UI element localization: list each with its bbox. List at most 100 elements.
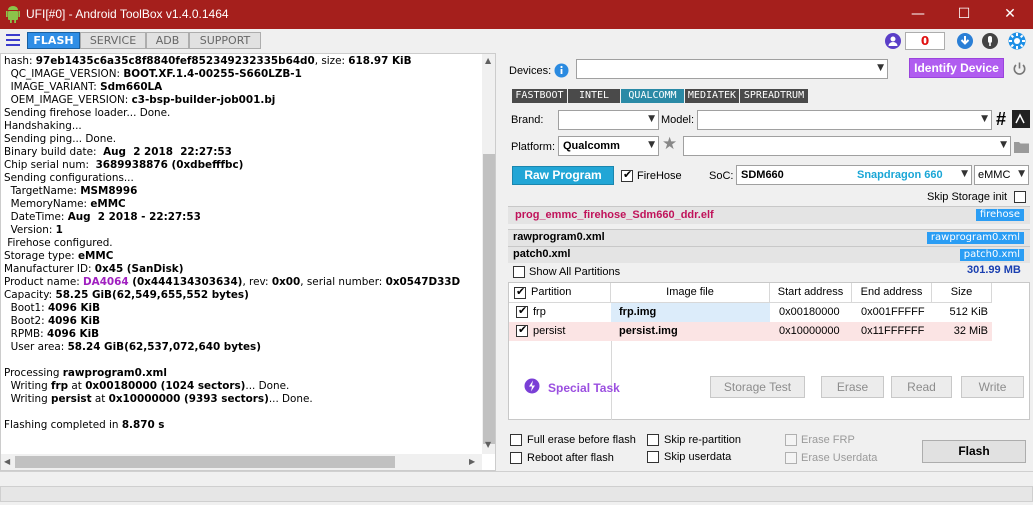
firehose-file-name: prog_emmc_firehose_Sdm660_ddr.elf <box>515 209 714 221</box>
log-line: Capacity: 58.25 GiB(62,549,655,552 bytes… <box>4 289 479 302</box>
log-text: persist <box>51 393 92 405</box>
horizontal-scrollbar[interactable]: ◀ ▶ <box>1 454 482 470</box>
log-line: Boot1: 4096 KiB <box>4 302 479 315</box>
row-checkbox[interactable] <box>516 304 528 318</box>
skip-repartition-checkbox[interactable] <box>647 434 659 446</box>
column-header-size[interactable]: Size <box>932 283 992 303</box>
log-text: rawprogram0.xml <box>62 367 167 379</box>
firehose-checkbox[interactable] <box>621 168 633 182</box>
select-all-checkbox[interactable] <box>514 285 526 299</box>
power-icon[interactable] <box>1012 61 1027 76</box>
log-line: Sending configurations... <box>4 172 479 185</box>
model-search-dropdown[interactable]: ▼ <box>683 136 1011 156</box>
log-line: Chip serial num: 3689938876 (0xdbefffbc) <box>4 159 479 172</box>
status-bar <box>0 471 1033 505</box>
row-checkbox[interactable] <box>516 323 528 337</box>
log-text: Sending firehose loader... Done. <box>4 107 171 119</box>
menu-icon[interactable] <box>6 34 20 46</box>
log-line: MemoryName: eMMC <box>4 198 479 211</box>
flash-button[interactable]: Flash <box>922 440 1026 463</box>
log-line: Storage type: eMMC <box>4 250 479 263</box>
soc-dropdown[interactable]: SDM660 Snapdragon 660 ▼ <box>736 165 972 185</box>
soc-value: SDM660 <box>741 169 784 181</box>
table-row[interactable]: frp frp.img 0x00180000 0x001FFFFF 512 Ki… <box>509 303 992 322</box>
read-button[interactable]: Read <box>891 376 952 398</box>
erase-userdata-checkbox[interactable] <box>785 452 797 464</box>
table-row[interactable]: persist persist.img 0x10000000 0x11FFFFF… <box>509 322 992 341</box>
chip-fastboot[interactable]: FASTBOOT <box>512 89 567 103</box>
hscroll-thumb[interactable] <box>15 456 395 468</box>
log-text: (0x444134303634) <box>128 276 243 288</box>
log-text: at <box>68 380 86 392</box>
vertical-scrollbar[interactable]: ▲ ▼ <box>482 54 495 454</box>
erase-frp-checkbox[interactable] <box>785 434 797 446</box>
patch-file-row[interactable]: patch0.xml patch0.xml <box>508 246 1030 263</box>
storage-test-button[interactable]: Storage Test <box>710 376 805 398</box>
rawprogram-file-row[interactable]: rawprogram0.xml rawprogram0.xml <box>508 229 1030 246</box>
chip-qualcomm[interactable]: QUALCOMM <box>621 89 684 103</box>
scroll-right-icon[interactable]: ▶ <box>469 457 475 466</box>
erase-button[interactable]: Erase <box>821 376 884 398</box>
lightning-icon[interactable] <box>524 378 540 394</box>
chip-intel[interactable]: INTEL <box>568 89 620 103</box>
minimize-button[interactable]: — <box>895 0 941 29</box>
devices-dropdown[interactable]: ▼ <box>576 59 888 79</box>
devices-label: Devices: <box>509 65 552 77</box>
raw-program-button[interactable]: Raw Program <box>512 166 614 185</box>
brand-dropdown[interactable]: ▼ <box>558 110 659 130</box>
full-erase-checkbox[interactable] <box>510 434 522 446</box>
special-task-link[interactable]: Special Task <box>548 381 620 395</box>
log-text: , size: <box>314 55 349 67</box>
platform-dropdown[interactable]: Qualcomm ▼ <box>558 136 659 156</box>
info-icon[interactable] <box>554 63 569 78</box>
download-icon[interactable] <box>956 31 974 51</box>
partition-size: 32 MiB <box>953 325 988 337</box>
scroll-left-icon[interactable]: ◀ <box>4 457 10 466</box>
maximize-button[interactable]: ☐ <box>941 0 987 29</box>
skip-userdata-checkbox[interactable] <box>647 451 659 463</box>
tab-adb[interactable]: ADB <box>146 32 189 49</box>
write-button[interactable]: Write <box>961 376 1024 398</box>
scroll-thumb[interactable] <box>483 154 495 444</box>
firehose-file-row[interactable]: prog_emmc_firehose_Sdm660_ddr.elf fireho… <box>508 206 1030 224</box>
memory-type-dropdown[interactable]: eMMC ▼ <box>974 165 1029 185</box>
skip-storage-checkbox[interactable] <box>1014 191 1026 203</box>
log-line: hash: 97eb1435c6a35c8f8840fef85234923233… <box>4 55 479 68</box>
end-address: 0x001FFFFF <box>861 306 925 318</box>
log-text: 58.25 GiB(62,549,655,552 bytes) <box>55 289 249 301</box>
hash-icon[interactable]: # <box>996 109 1006 130</box>
column-header-start-address[interactable]: Start address <box>770 283 852 303</box>
log-text: Sdm660LA <box>100 81 163 93</box>
chevron-down-icon: ▼ <box>961 169 968 179</box>
gear-icon[interactable] <box>1007 31 1027 51</box>
column-header-end-address[interactable]: End address <box>852 283 932 303</box>
firehose-tag: firehose <box>975 209 1024 221</box>
notification-counter[interactable]: 0 <box>905 32 945 50</box>
close-button[interactable]: ✕ <box>987 0 1033 29</box>
show-all-partitions-checkbox[interactable] <box>513 266 525 278</box>
log-line: Flashing completed in 8.870 s <box>4 419 479 432</box>
tab-flash[interactable]: FLASH <box>27 32 80 49</box>
scroll-up-icon[interactable]: ▲ <box>485 56 491 65</box>
mic-icon[interactable] <box>981 31 999 51</box>
log-text: 58.24 GiB(62,537,072,640 bytes) <box>67 341 261 353</box>
chip-mediatek[interactable]: MEDIATEK <box>685 89 739 103</box>
log-text: Processing <box>4 367 63 379</box>
folder-icon[interactable] <box>1014 140 1029 153</box>
model-dropdown[interactable]: ▼ <box>697 110 992 130</box>
identify-device-button[interactable]: Identify Device <box>909 58 1004 78</box>
tab-service[interactable]: SERVICE <box>80 32 146 49</box>
terminal-icon[interactable] <box>1012 110 1030 128</box>
chip-spreadtrum[interactable]: SPREADTRUM <box>740 89 808 103</box>
log-text: Writing <box>4 380 52 392</box>
reboot-after-checkbox[interactable] <box>510 452 522 464</box>
user-network-icon[interactable] <box>883 31 903 51</box>
column-header-image-file[interactable]: Image file <box>611 283 770 303</box>
log-line: Manufacturer ID: 0x45 (SanDisk) <box>4 263 479 276</box>
log-text: Flashing completed in <box>4 419 122 431</box>
tab-support[interactable]: SUPPORT <box>189 32 261 49</box>
scroll-down-icon[interactable]: ▼ <box>485 440 491 449</box>
start-address: 0x10000000 <box>779 325 840 337</box>
star-icon[interactable]: ★ <box>662 134 677 154</box>
